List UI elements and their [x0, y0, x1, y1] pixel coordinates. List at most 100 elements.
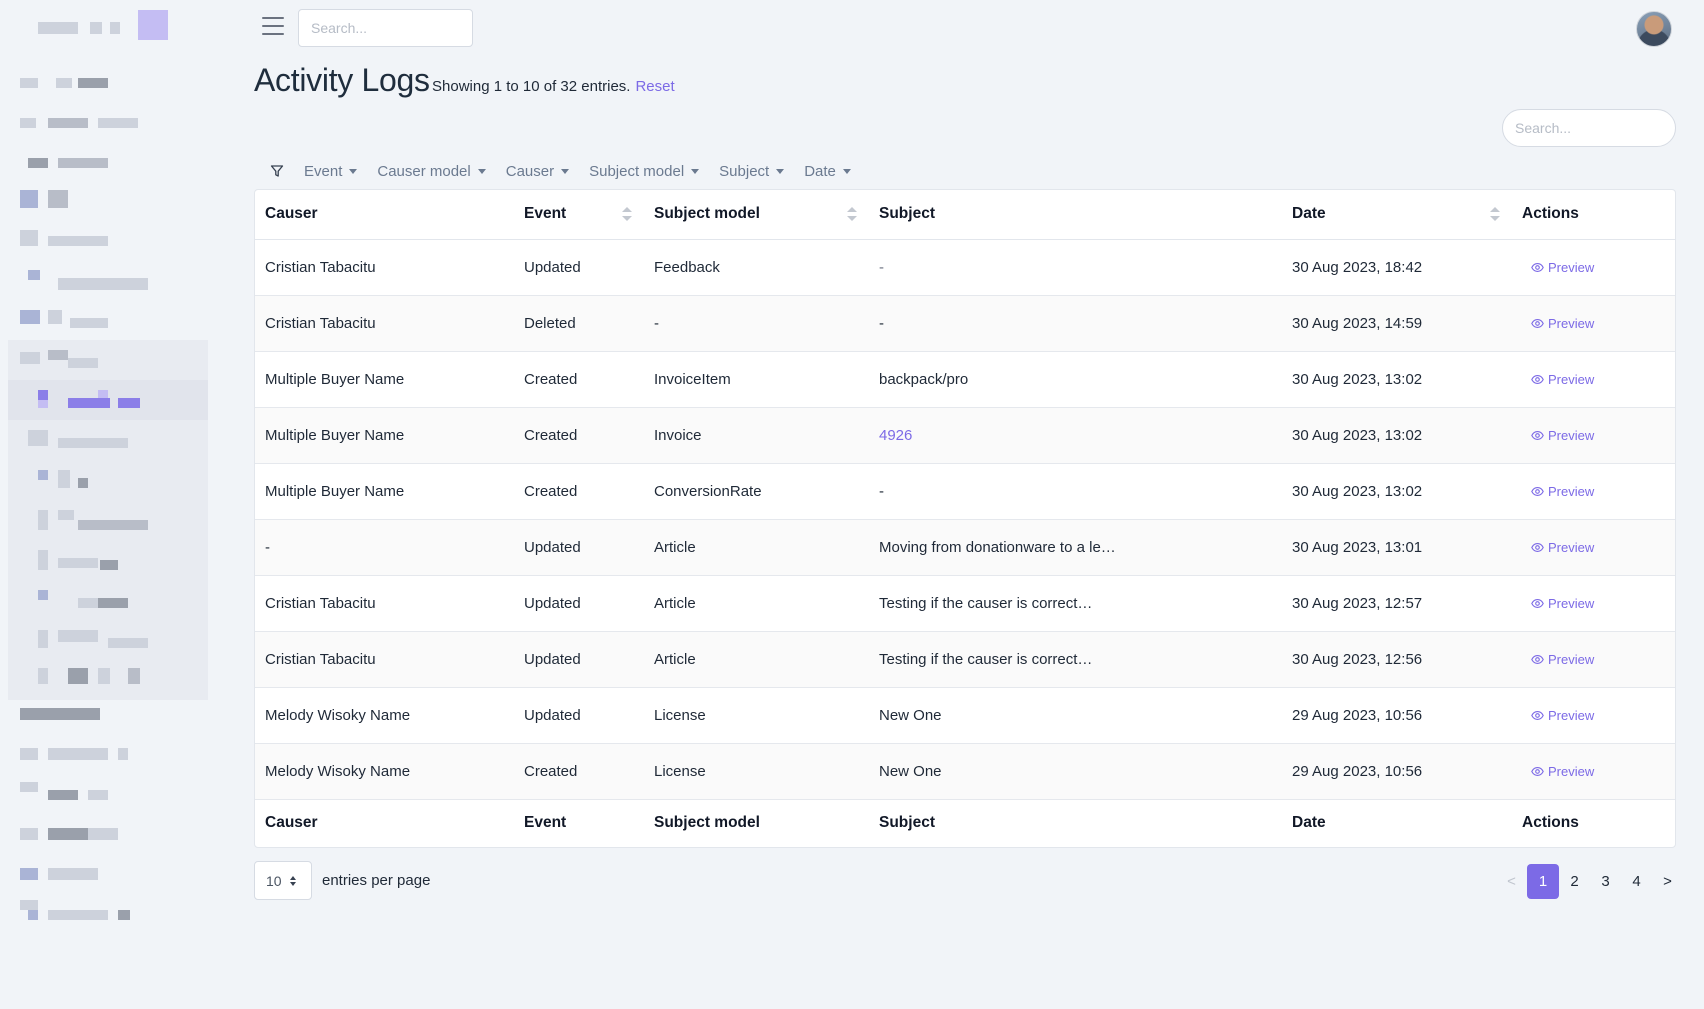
per-page-select[interactable]: 10 [254, 861, 312, 900]
user-avatar[interactable] [1636, 11, 1672, 47]
preview-button[interactable]: Preview [1522, 708, 1594, 723]
cell-event: Updated [514, 631, 644, 688]
cell-actions: Preview [1512, 351, 1675, 408]
sort-icon[interactable] [847, 207, 857, 222]
preview-button[interactable]: Preview [1522, 596, 1594, 611]
sidebar-item[interactable] [0, 186, 220, 222]
sidebar-item[interactable] [0, 782, 220, 818]
filter-subject-model[interactable]: Subject model [589, 163, 700, 180]
sidebar-item[interactable] [0, 742, 220, 778]
table-row: Multiple Buyer Name Created InvoiceItem bac… [255, 351, 1675, 408]
filter-event[interactable]: Event [304, 163, 358, 180]
cell-subject[interactable]: 4926 [869, 407, 1282, 464]
sidebar-item[interactable] [0, 306, 220, 342]
eye-icon [1531, 486, 1544, 496]
sidebar-item[interactable] [0, 228, 220, 264]
sidebar-item[interactable] [0, 702, 220, 738]
table-row: Cristian Tabacitu Updated Article Testing i… [255, 575, 1675, 632]
sidebar-item[interactable] [0, 426, 220, 462]
column-header-event[interactable]: Event [514, 190, 644, 240]
cell-actions: Preview [1512, 239, 1675, 296]
pagination-page-2[interactable]: 2 [1559, 864, 1590, 899]
sidebar-item[interactable] [0, 862, 220, 898]
sort-icon[interactable] [622, 207, 632, 222]
cell-event: Updated [514, 575, 644, 632]
sidebar-item[interactable] [0, 346, 220, 382]
pagination-page-3[interactable]: 3 [1590, 864, 1621, 899]
sidebar-item[interactable] [0, 506, 220, 542]
sidebar-item[interactable] [0, 268, 220, 304]
cell-actions: Preview [1512, 743, 1675, 800]
cell-date: 30 Aug 2023, 18:42 [1282, 239, 1512, 296]
hamburger-icon [262, 17, 284, 19]
preview-button[interactable]: Preview [1522, 652, 1594, 667]
pagination-page-4[interactable]: 4 [1621, 864, 1652, 899]
caret-down-icon [776, 168, 785, 174]
app-logo[interactable] [38, 10, 170, 42]
filter-causer-model[interactable]: Causer model [377, 163, 486, 180]
filter-subject[interactable]: Subject [719, 163, 785, 180]
menu-toggle-button[interactable] [262, 17, 284, 35]
preview-button[interactable]: Preview [1522, 540, 1594, 555]
column-header-causer: Causer [255, 190, 514, 240]
cell-date: 30 Aug 2023, 13:02 [1282, 463, 1512, 520]
sidebar-item[interactable] [0, 626, 220, 662]
cell-event: Created [514, 463, 644, 520]
sidebar-item[interactable] [0, 900, 220, 936]
global-search-input[interactable] [298, 9, 473, 47]
table-search-input[interactable] [1502, 109, 1676, 147]
table-row: Melody Wisoky Name Updated License New One 2… [255, 687, 1675, 744]
table-row: - Updated Article Moving from donationware … [255, 519, 1675, 576]
reset-link[interactable]: Reset [635, 78, 674, 95]
cell-causer: Melody Wisoky Name [255, 687, 514, 744]
pagination-next-button[interactable]: > [1652, 864, 1683, 899]
sidebar-item[interactable] [0, 466, 220, 502]
sidebar-item[interactable] [0, 822, 220, 858]
cell-subject: Moving from donationware to a le… [869, 519, 1282, 576]
cell-causer: Cristian Tabacitu [255, 239, 514, 296]
column-footer-event: Event [514, 798, 644, 847]
table-row: Cristian Tabacitu Deleted - -30 Aug 2023, 1… [255, 295, 1675, 352]
entries-summary-text: Showing 1 to 10 of 32 entries. [432, 78, 631, 95]
column-header-subject-model[interactable]: Subject model [644, 190, 869, 240]
cell-actions: Preview [1512, 463, 1675, 520]
cell-causer: Multiple Buyer Name [255, 351, 514, 408]
sidebar-item[interactable] [0, 70, 220, 106]
cell-actions: Preview [1512, 295, 1675, 352]
cell-actions: Preview [1512, 575, 1675, 632]
preview-button[interactable]: Preview [1522, 260, 1594, 275]
sidebar-item[interactable] [0, 586, 220, 622]
filter-date[interactable]: Date [804, 163, 851, 180]
eye-icon [1531, 766, 1544, 776]
cell-causer: Multiple Buyer Name [255, 407, 514, 464]
filter-causer[interactable]: Causer [506, 163, 570, 180]
column-footer-date: Date [1282, 798, 1512, 847]
sidebar-item[interactable] [0, 546, 220, 582]
eye-icon [1531, 542, 1544, 552]
preview-button[interactable]: Preview [1522, 316, 1594, 331]
preview-button[interactable]: Preview [1522, 372, 1594, 387]
pagination-page-1[interactable]: 1 [1527, 864, 1559, 899]
filter-icon [270, 165, 284, 177]
cell-subject-model: License [644, 743, 869, 800]
sidebar-item[interactable] [0, 150, 220, 186]
preview-button[interactable]: Preview [1522, 484, 1594, 499]
caret-down-icon [691, 168, 700, 174]
sidebar-item[interactable] [0, 664, 220, 700]
eye-icon [1531, 654, 1544, 664]
preview-button[interactable]: Preview [1522, 764, 1594, 779]
column-header-date[interactable]: Date [1282, 190, 1512, 240]
sidebar-item[interactable] [0, 110, 220, 146]
cell-causer: Cristian Tabacitu [255, 575, 514, 632]
pagination: < 1 2 3 4 > [1496, 864, 1683, 899]
sort-icon[interactable] [1490, 207, 1500, 222]
pagination-prev-button[interactable]: < [1496, 864, 1527, 899]
preview-button[interactable]: Preview [1522, 428, 1594, 443]
cell-date: 29 Aug 2023, 10:56 [1282, 743, 1512, 800]
cell-event: Deleted [514, 295, 644, 352]
sidebar-item[interactable] [0, 386, 220, 422]
cell-subject: New One [869, 743, 1282, 800]
filters-bar: Event Causer model Causer Subject model … [270, 160, 851, 182]
cell-event: Updated [514, 519, 644, 576]
cell-subject: Testing if the causer is correct… [869, 631, 1282, 688]
